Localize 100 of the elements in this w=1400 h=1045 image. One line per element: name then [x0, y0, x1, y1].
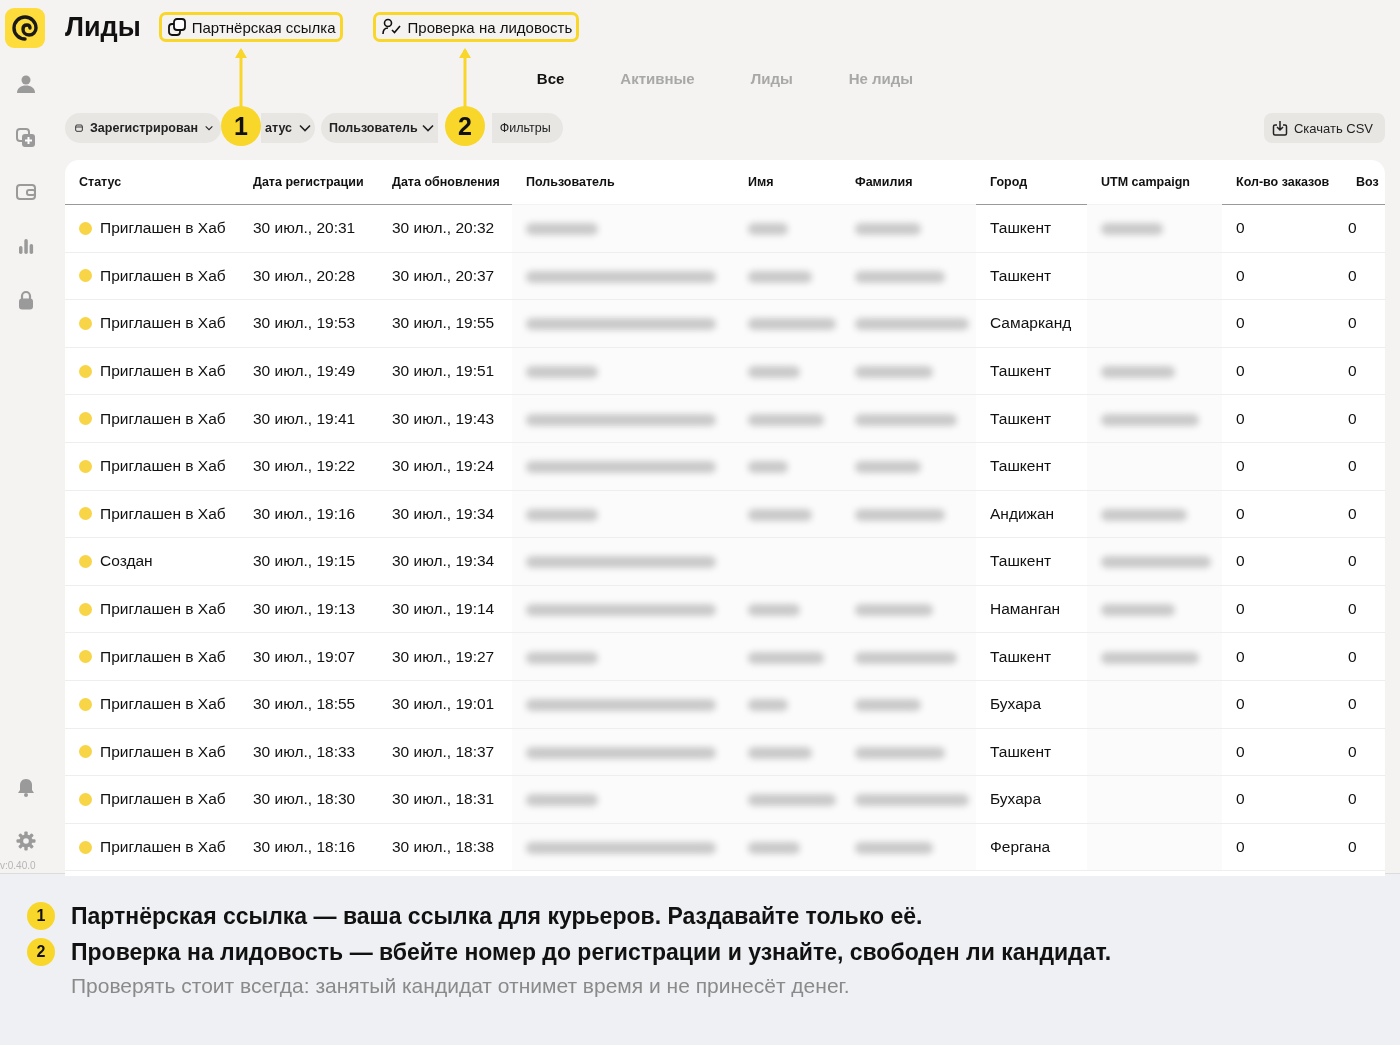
callout-badge: 2 [445, 106, 485, 146]
table-cell: 0 [1348, 552, 1357, 570]
download-csv-button[interactable]: Скачать CSV [1263, 113, 1385, 143]
table-cell: 30 июл., 19:34 [392, 504, 495, 522]
page-title: Лиды [65, 11, 141, 43]
calendar-icon [75, 122, 83, 134]
column-header: Фамилия [855, 175, 913, 189]
table-cell: 0 [1236, 552, 1245, 570]
status-text: Приглашен в Хаб [100, 266, 226, 285]
table-cell: 30 июл., 19:49 [253, 362, 356, 380]
column-header: Воз [1356, 175, 1379, 189]
partner-link-button[interactable]: Партнёрская ссылка [158, 12, 343, 42]
status-text: Приглашен в Хаб [100, 790, 226, 809]
table-cell: 30 июл., 18:31 [392, 790, 495, 808]
table-cell: 30 июл., 19:55 [392, 314, 495, 332]
status-text: Приглашен в Хаб [100, 742, 226, 761]
table-cell: 30 июл., 19:41 [253, 409, 356, 427]
table-cell: 0 [1236, 695, 1245, 713]
lead-check-button[interactable]: Проверка на лидовость [372, 12, 580, 42]
table-cell: 30 июл., 19:27 [392, 647, 495, 665]
table-cell: Самарканд [990, 314, 1072, 332]
column-header: UTM campaign [1101, 175, 1190, 189]
table-cell: Ташкент [990, 742, 1052, 760]
table-cell: 30 июл., 20:32 [392, 219, 495, 237]
table-cell: 0 [1348, 457, 1357, 475]
bell-icon[interactable] [15, 777, 36, 797]
table-cell: 30 июл., 19:16 [253, 504, 356, 522]
registered-filter[interactable]: Зарегистрирован [65, 113, 221, 143]
table-cell: 30 июл., 18:55 [253, 695, 356, 713]
callout-badge: 1 [221, 106, 261, 146]
table-cell: 0 [1236, 219, 1245, 237]
tab[interactable]: Все [508, 65, 593, 91]
table-cell: 0 [1348, 409, 1357, 427]
column-header: Кол-во заказов [1236, 175, 1330, 189]
wallet-icon[interactable] [15, 182, 36, 202]
status-text: Приглашен в Хаб [100, 504, 226, 523]
table-cell: 0 [1236, 504, 1245, 522]
status-text: Приглашен в Хаб [100, 695, 226, 714]
table-cell: 30 июл., 19:53 [253, 314, 356, 332]
table-cell: 30 июл., 19:14 [392, 600, 495, 618]
status-text: Приглашен в Хаб [100, 647, 226, 666]
table-cell: 30 июл., 20:28 [253, 266, 356, 284]
table-cell: Ташкент [990, 552, 1052, 570]
table-cell: 0 [1348, 647, 1357, 665]
table-cell: 30 июл., 19:22 [253, 457, 356, 475]
note-hint: Проверять стоит всегда: занятый кандидат отнимет время и не принесёт денег. [70, 974, 851, 998]
status-text: Приглашен в Хаб [100, 838, 226, 856]
status-text: Приглашен в Хаб [100, 600, 226, 619]
chevron-down-icon [299, 124, 311, 132]
chevron-down-icon [421, 124, 434, 132]
table-cell: 0 [1236, 600, 1245, 618]
user-icon[interactable] [15, 74, 36, 94]
column-header: Дата обновления [392, 175, 500, 189]
table-cell: Бухара [990, 790, 1042, 808]
add-copy-icon[interactable] [15, 128, 36, 148]
table-cell: 0 [1236, 457, 1245, 475]
table-cell: 0 [1348, 219, 1357, 237]
table-cell: 0 [1236, 838, 1245, 855]
note-text: Проверка на лидовость — вбейте номер до регистрации и узнайте, свободен ли кандидат. [71, 938, 1112, 966]
table-cell: 0 [1236, 362, 1245, 380]
logo-icon[interactable] [4, 8, 45, 48]
settings-icon[interactable] [15, 831, 36, 851]
filters-button[interactable]: Фильтры [491, 113, 563, 143]
table-cell: Ташкент [990, 362, 1052, 380]
version-label: v:0.40.0 [0, 860, 36, 871]
table-cell: Ташкент [990, 219, 1052, 237]
table-cell: 30 июл., 19:07 [253, 647, 356, 665]
table-cell: 0 [1348, 600, 1357, 618]
table-cell: 0 [1348, 838, 1357, 855]
table-cell: 0 [1348, 504, 1357, 522]
column-header: Город [990, 175, 1028, 189]
table-cell: Наманган [990, 600, 1061, 618]
status-text: Приглашен в Хаб [100, 409, 226, 428]
table-cell: 0 [1236, 314, 1245, 332]
table-cell: 30 июл., 18:30 [253, 790, 356, 808]
filter-dropdown[interactable]: Пользователь [321, 113, 438, 143]
table-cell: 30 июл., 20:31 [253, 219, 356, 237]
table-cell: Бухара [990, 695, 1042, 713]
table-cell: Ташкент [990, 457, 1052, 475]
note-text: Партнёрская ссылка — ваша ссылка для курьеров. Раздавайте только её. [71, 902, 923, 930]
user-check-icon [381, 18, 402, 36]
table-cell: 0 [1236, 409, 1245, 427]
table-cell: 30 июл., 18:33 [253, 742, 356, 760]
number-badge: 1 [27, 902, 55, 930]
status-text: Создан [100, 552, 153, 571]
table-cell: 0 [1348, 790, 1357, 808]
table-cell: 30 июл., 19:34 [392, 552, 495, 570]
column-header: Пользователь [526, 175, 615, 189]
table-cell: 30 июл., 18:37 [392, 742, 495, 760]
status-text: Приглашен в Хаб [100, 219, 226, 238]
status-text: Приглашен в Хаб [100, 457, 226, 476]
table-cell: 30 июл., 19:13 [253, 600, 356, 618]
filter-dropdown[interactable]: атус [261, 113, 315, 143]
column-header: Имя [748, 175, 774, 189]
table-cell: Ташкент [990, 266, 1052, 284]
table-cell: 0 [1236, 647, 1245, 665]
status-text: Приглашен в Хаб [100, 314, 226, 333]
table-cell: 0 [1348, 742, 1357, 760]
table-cell: 30 июл., 18:38 [392, 838, 495, 855]
column-header: Статус [79, 175, 122, 189]
